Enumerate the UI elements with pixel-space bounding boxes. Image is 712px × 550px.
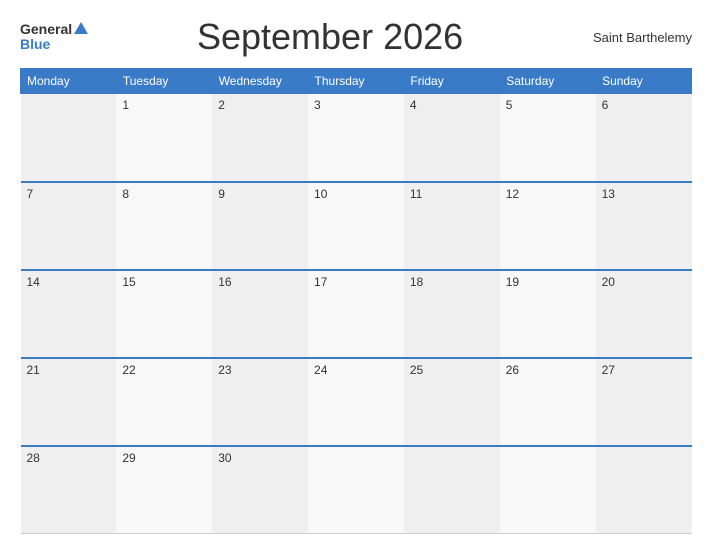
day-of-week-header: Wednesday: [212, 69, 308, 94]
calendar-day-cell: 16: [212, 270, 308, 358]
day-number: 5: [506, 98, 513, 112]
logo-blue-text: Blue: [20, 37, 50, 52]
day-of-week-header: Sunday: [596, 69, 692, 94]
calendar-day-cell: 18: [404, 270, 500, 358]
day-number: 12: [506, 187, 519, 201]
day-number: 2: [218, 98, 225, 112]
calendar-day-cell: 24: [308, 358, 404, 446]
calendar-day-cell: 6: [596, 94, 692, 182]
calendar-day-cell: 2: [212, 94, 308, 182]
day-of-week-header: Tuesday: [116, 69, 212, 94]
calendar-week-row: 14 15 16 17 18 19 20: [21, 270, 692, 358]
calendar-header-row: MondayTuesdayWednesdayThursdayFridaySatu…: [21, 69, 692, 94]
calendar-day-cell: 7: [21, 182, 117, 270]
region-label: Saint Barthelemy: [572, 30, 692, 45]
calendar-day-cell: 17: [308, 270, 404, 358]
calendar-day-cell: 30: [212, 446, 308, 534]
day-number: 25: [410, 363, 423, 377]
calendar-week-row: 1 2 3 4 5 6: [21, 94, 692, 182]
calendar-day-cell: 21: [21, 358, 117, 446]
calendar-day-cell: 29: [116, 446, 212, 534]
day-number: 6: [602, 98, 609, 112]
calendar-day-cell: 22: [116, 358, 212, 446]
day-number: 26: [506, 363, 519, 377]
logo-triangle-icon: [74, 22, 88, 34]
day-number: 13: [602, 187, 615, 201]
day-of-week-header: Monday: [21, 69, 117, 94]
day-number: 29: [122, 451, 135, 465]
day-number: 4: [410, 98, 417, 112]
calendar-day-cell: 1: [116, 94, 212, 182]
calendar-day-cell: 8: [116, 182, 212, 270]
day-of-week-header: Saturday: [500, 69, 596, 94]
day-number: 7: [27, 187, 34, 201]
calendar-day-cell: [596, 446, 692, 534]
calendar-table: MondayTuesdayWednesdayThursdayFridaySatu…: [20, 68, 692, 534]
day-number: 22: [122, 363, 135, 377]
day-number: 3: [314, 98, 321, 112]
day-of-week-header: Friday: [404, 69, 500, 94]
logo: General Blue: [20, 22, 88, 53]
calendar-day-cell: 25: [404, 358, 500, 446]
calendar-day-cell: [404, 446, 500, 534]
day-of-week-header: Thursday: [308, 69, 404, 94]
day-number: 24: [314, 363, 327, 377]
day-number: 20: [602, 275, 615, 289]
calendar-day-cell: [21, 94, 117, 182]
calendar-day-cell: 26: [500, 358, 596, 446]
calendar-week-row: 21 22 23 24 25 26 27: [21, 358, 692, 446]
calendar-header: General Blue September 2026 Saint Barthe…: [20, 16, 692, 58]
calendar-week-row: 28 29 30: [21, 446, 692, 534]
calendar-day-cell: 19: [500, 270, 596, 358]
day-number: 10: [314, 187, 327, 201]
calendar-day-cell: 27: [596, 358, 692, 446]
day-number: 21: [27, 363, 40, 377]
calendar-day-cell: 15: [116, 270, 212, 358]
day-number: 1: [122, 98, 129, 112]
calendar-day-cell: [308, 446, 404, 534]
day-number: 27: [602, 363, 615, 377]
logo-general-text: General: [20, 22, 72, 37]
calendar-day-cell: 13: [596, 182, 692, 270]
day-number: 8: [122, 187, 129, 201]
calendar-day-cell: 23: [212, 358, 308, 446]
calendar-day-cell: 20: [596, 270, 692, 358]
day-number: 18: [410, 275, 423, 289]
day-number: 23: [218, 363, 231, 377]
day-number: 11: [410, 187, 422, 201]
day-number: 17: [314, 275, 327, 289]
day-number: 30: [218, 451, 231, 465]
day-number: 9: [218, 187, 225, 201]
calendar-day-cell: 9: [212, 182, 308, 270]
calendar-day-cell: 11: [404, 182, 500, 270]
day-number: 19: [506, 275, 519, 289]
calendar-day-cell: 3: [308, 94, 404, 182]
day-number: 15: [122, 275, 135, 289]
day-number: 28: [27, 451, 40, 465]
day-number: 14: [27, 275, 40, 289]
calendar-day-cell: 14: [21, 270, 117, 358]
calendar-title: September 2026: [88, 16, 572, 58]
calendar-day-cell: 10: [308, 182, 404, 270]
calendar-day-cell: 28: [21, 446, 117, 534]
calendar-week-row: 7 8 9 10 11 12 13: [21, 182, 692, 270]
calendar-day-cell: 4: [404, 94, 500, 182]
calendar-day-cell: 5: [500, 94, 596, 182]
calendar-day-cell: 12: [500, 182, 596, 270]
day-number: 16: [218, 275, 231, 289]
calendar-day-cell: [500, 446, 596, 534]
